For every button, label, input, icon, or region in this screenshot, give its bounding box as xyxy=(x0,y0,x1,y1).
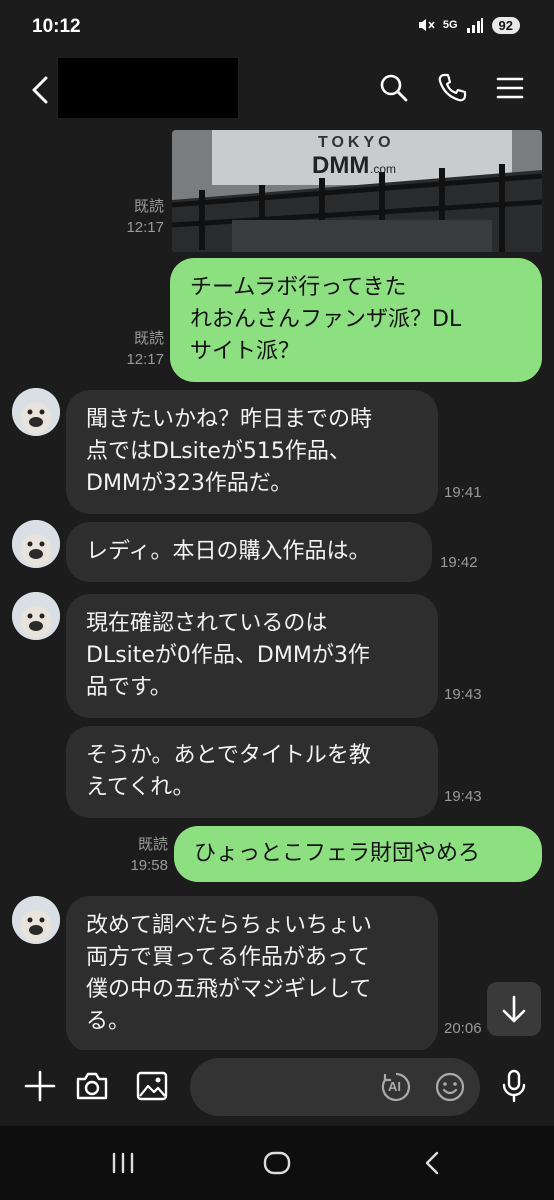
message-time: 19:41 xyxy=(444,484,482,501)
status-bar: 10:12 5G 92 xyxy=(0,0,554,58)
incoming-message[interactable]: 聞きたいかね？昨日までの時 点ではDLsiteが515作品、 DMMが323作品… xyxy=(66,390,438,514)
back-button[interactable] xyxy=(22,70,62,110)
camera-button[interactable] xyxy=(74,1068,110,1104)
sign-top-text: TOKYO xyxy=(318,134,395,151)
add-button[interactable] xyxy=(22,1068,58,1104)
read-label: 既読 xyxy=(133,198,164,215)
message-time: 12:17 xyxy=(126,219,164,236)
chevron-left-icon xyxy=(32,76,48,104)
seal-avatar-icon xyxy=(12,592,60,640)
sign-suffix-text: .com xyxy=(370,162,397,176)
camera-icon xyxy=(76,1072,108,1100)
read-label: 既読 xyxy=(137,836,168,853)
message-time: 19:43 xyxy=(444,788,482,805)
read-label: 既読 xyxy=(133,330,164,347)
call-button[interactable] xyxy=(436,72,468,104)
status-time: 10:12 xyxy=(32,16,81,37)
message-time: 12:17 xyxy=(126,351,164,368)
message-meta: 既読 12:17 xyxy=(96,328,164,370)
ai-button[interactable]: AI xyxy=(380,1071,412,1103)
incoming-message[interactable]: レディ。本日の購入作品は。 xyxy=(66,522,432,582)
sign-main-text: DMM xyxy=(312,152,370,179)
chevron-left-icon xyxy=(425,1151,439,1175)
recent-apps-icon xyxy=(112,1152,134,1174)
message-input[interactable]: AI xyxy=(190,1058,480,1116)
system-back-button[interactable] xyxy=(416,1146,450,1180)
emoji-button[interactable] xyxy=(434,1071,466,1103)
scroll-to-bottom-button[interactable] xyxy=(487,982,541,1036)
menu-button[interactable] xyxy=(494,72,526,104)
outgoing-message[interactable]: チームラボ行ってきた れおんさんファンザ派？DL サイト派？ xyxy=(170,258,542,382)
gallery-button[interactable] xyxy=(134,1068,170,1104)
message-meta: 既読 19:58 xyxy=(100,834,168,876)
mute-icon xyxy=(418,19,435,31)
seal-avatar-icon xyxy=(12,520,60,568)
menu-icon xyxy=(496,77,524,99)
chat-area[interactable]: 既読 12:17 TOKYO DMM .com 既読 12:17 チームラボ行っ… xyxy=(0,120,554,1050)
seal-avatar-icon xyxy=(12,896,60,944)
outgoing-message[interactable]: ひょっとこフェラ財団やめろ xyxy=(174,826,542,882)
microphone-icon xyxy=(502,1069,526,1103)
message-time: 19:43 xyxy=(444,686,482,703)
message-meta: 既読 12:17 xyxy=(96,196,164,238)
chat-header xyxy=(0,58,554,120)
message-time: 19:42 xyxy=(440,554,478,571)
arrow-down-icon xyxy=(502,995,526,1023)
message-time: 20:06 xyxy=(444,1020,482,1037)
seal-avatar-icon xyxy=(12,388,60,436)
battery-badge: 92 xyxy=(491,16,520,34)
avatar[interactable] xyxy=(12,520,60,568)
incoming-message[interactable]: そうか。あとでタイトルを教 えてくれ。 xyxy=(66,726,438,818)
avatar[interactable] xyxy=(12,592,60,640)
recent-apps-button[interactable] xyxy=(106,1146,140,1180)
smile-icon xyxy=(435,1072,465,1102)
search-button[interactable] xyxy=(378,72,410,104)
incoming-message[interactable]: 現在確認されているのは DLsiteが0作品、DMMが3作 品です。 xyxy=(66,594,438,718)
phone-icon xyxy=(438,73,467,102)
photo-message[interactable]: TOKYO DMM .com xyxy=(172,130,542,252)
network-label: 5G xyxy=(442,19,458,31)
message-composer: AI xyxy=(0,1050,554,1126)
incoming-message[interactable]: 改めて調べたらちょいちょい 両方で買ってる作品があって 僕の中の五飛がマジギレし… xyxy=(66,896,438,1050)
plus-icon xyxy=(24,1070,56,1102)
avatar[interactable] xyxy=(12,388,60,436)
redacted-contact-name xyxy=(58,58,238,118)
system-nav-bar xyxy=(0,1126,554,1200)
voice-button[interactable] xyxy=(496,1068,532,1104)
search-icon xyxy=(380,74,408,102)
image-icon xyxy=(136,1071,168,1101)
status-icons: 5G 92 xyxy=(417,16,520,34)
message-time: 19:58 xyxy=(130,857,168,874)
avatar[interactable] xyxy=(12,896,60,944)
home-button[interactable] xyxy=(260,1146,294,1180)
home-icon xyxy=(263,1151,291,1175)
signal-icon xyxy=(466,18,483,33)
ai-label: AI xyxy=(388,1079,401,1094)
